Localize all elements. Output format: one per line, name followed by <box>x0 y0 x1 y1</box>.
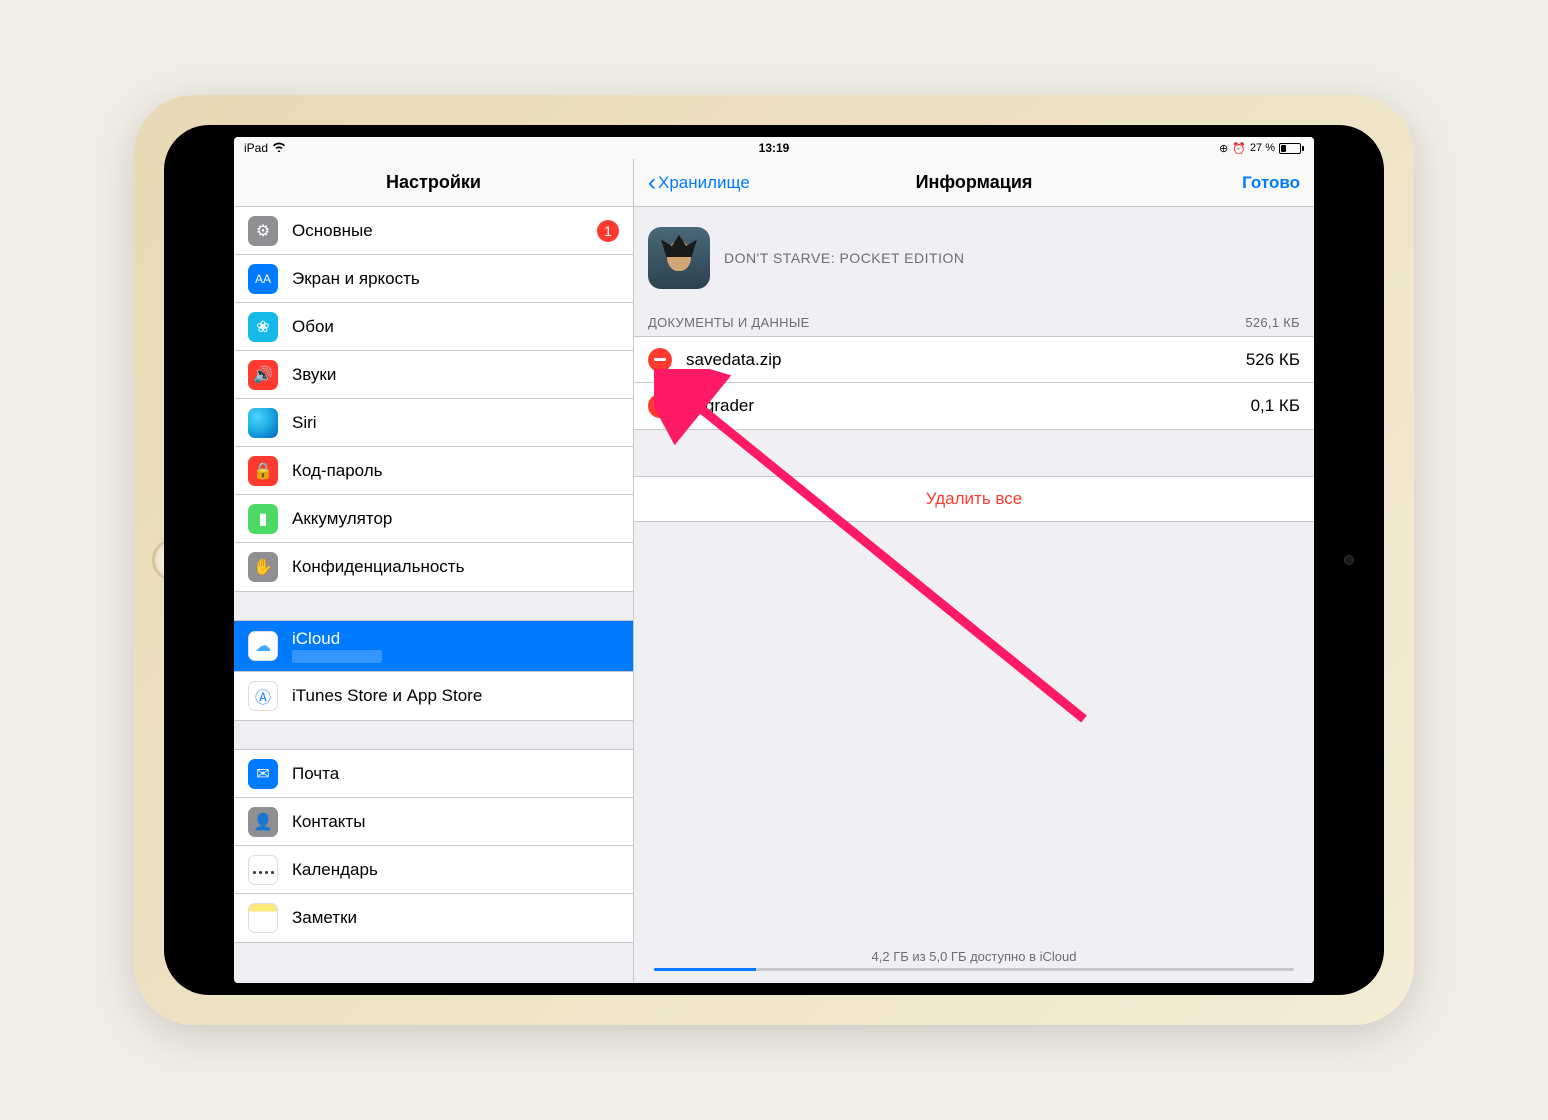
back-button[interactable]: ‹ Хранилище <box>648 169 750 197</box>
sidebar-item-label: Аккумулятор <box>292 509 619 529</box>
document-name: savedata.zip <box>686 350 1246 370</box>
settings-icon: Ⓐ <box>248 681 278 711</box>
document-row[interactable]: savedata.zip526 КБ <box>634 337 1314 383</box>
document-size: 526 КБ <box>1246 350 1300 370</box>
status-bar: iPad 13:19 ⊕ ⏰ 27 % <box>234 137 1314 159</box>
sidebar-item[interactable]: Siri <box>234 399 633 447</box>
document-row[interactable]: upgrader0,1 КБ <box>634 383 1314 429</box>
sidebar-item-label: Заметки <box>292 908 619 928</box>
sidebar-item[interactable]: ❀ Обои <box>234 303 633 351</box>
app-icon <box>648 227 710 289</box>
battery-percent: 27 % <box>1250 142 1275 154</box>
wifi-icon <box>272 141 286 155</box>
settings-icon: ⚙ <box>248 216 278 246</box>
section-size: 526,1 КБ <box>1245 315 1300 330</box>
settings-icon: 👤 <box>248 807 278 837</box>
sidebar-item-label: Звуки <box>292 365 619 385</box>
sidebar-item-label: iCloud <box>292 629 619 649</box>
sidebar-item[interactable]: ▮ Аккумулятор <box>234 495 633 543</box>
settings-icon: 🔊 <box>248 360 278 390</box>
app-header: DON'T STARVE: POCKET EDITION <box>634 207 1314 309</box>
battery-icon <box>1279 143 1304 154</box>
sidebar-item[interactable]: 🔒 Код-пароль <box>234 447 633 495</box>
chevron-left-icon: ‹ <box>648 169 656 197</box>
sidebar-item-label: Календарь <box>292 860 619 880</box>
settings-icon <box>248 408 278 438</box>
settings-icon <box>248 903 278 933</box>
screen: iPad 13:19 ⊕ ⏰ 27 % <box>234 137 1314 983</box>
documents-list: savedata.zip526 КБupgrader0,1 КБ <box>634 336 1314 430</box>
sidebar-item-label: Обои <box>292 317 619 337</box>
device-label: iPad <box>244 141 268 155</box>
storage-footer: 4,2 ГБ из 5,0 ГБ доступно в iCloud <box>654 949 1294 971</box>
sidebar-item-label: Контакты <box>292 812 619 832</box>
clock: 13:19 <box>759 141 790 155</box>
settings-icon: ❀ <box>248 312 278 342</box>
camera <box>1344 555 1354 565</box>
sidebar-item[interactable]: 👤 Контакты <box>234 798 633 846</box>
sidebar-item-label: Основные <box>292 221 597 241</box>
rotation-lock-icon: ⊕ <box>1219 142 1228 155</box>
document-name: upgrader <box>686 396 1251 416</box>
main-panel: ‹ Хранилище Информация Готово DON'T STAR… <box>634 159 1314 983</box>
sidebar-item[interactable]: 🔊 Звуки <box>234 351 633 399</box>
sidebar-title: Настройки <box>386 172 481 193</box>
delete-icon[interactable] <box>648 394 672 418</box>
sidebar-item[interactable]: ⚙ Основные1 <box>234 207 633 255</box>
back-label: Хранилище <box>658 173 750 193</box>
alarm-icon: ⏰ <box>1232 142 1246 155</box>
sidebar-item-label: Код-пароль <box>292 461 619 481</box>
sidebar: Настройки ⚙ Основные1 AA Экран и яркость ❀ Об… <box>234 159 634 983</box>
section-header: ДОКУМЕНТЫ И ДАННЫЕ 526,1 КБ <box>634 309 1314 336</box>
main-header: ‹ Хранилище Информация Готово <box>634 159 1314 207</box>
main-content: DON'T STARVE: POCKET EDITION ДОКУМЕНТЫ И… <box>634 207 1314 983</box>
ipad-frame: iPad 13:19 ⊕ ⏰ 27 % <box>134 95 1414 1025</box>
settings-icon: ✉ <box>248 759 278 789</box>
sidebar-item[interactable]: ☁ iCloud <box>234 621 633 672</box>
notification-badge: 1 <box>597 220 619 242</box>
settings-icon: AA <box>248 264 278 294</box>
sidebar-item[interactable]: ✉ Почта <box>234 750 633 798</box>
settings-icon: 🔒 <box>248 456 278 486</box>
settings-icon: ▮ <box>248 504 278 534</box>
sidebar-item-sub <box>292 650 382 663</box>
section-title: ДОКУМЕНТЫ И ДАННЫЕ <box>648 315 810 330</box>
sidebar-header: Настройки <box>234 159 633 207</box>
settings-icon <box>248 855 278 885</box>
storage-text: 4,2 ГБ из 5,0 ГБ доступно в iCloud <box>654 949 1294 964</box>
done-button[interactable]: Готово <box>1242 173 1300 193</box>
sidebar-item[interactable]: AA Экран и яркость <box>234 255 633 303</box>
settings-icon: ☁ <box>248 631 278 661</box>
sidebar-list[interactable]: ⚙ Основные1 AA Экран и яркость ❀ Обои 🔊 Звуки Si… <box>234 207 633 983</box>
sidebar-item[interactable]: ⒶiTunes Store и App Store <box>234 672 633 720</box>
sidebar-item-label: Конфиденциальность <box>292 557 619 577</box>
sidebar-item[interactable]: Календарь <box>234 846 633 894</box>
delete-all-button[interactable]: Удалить все <box>634 476 1314 522</box>
sidebar-item-label: Siri <box>292 413 619 433</box>
sidebar-item-label: Экран и яркость <box>292 269 619 289</box>
sidebar-item[interactable]: ✋ Конфиденциальность <box>234 543 633 591</box>
storage-bar <box>654 968 1294 971</box>
page-title: Информация <box>916 172 1033 193</box>
document-size: 0,1 КБ <box>1251 396 1300 416</box>
app-name: DON'T STARVE: POCKET EDITION <box>724 250 964 266</box>
delete-icon[interactable] <box>648 348 672 372</box>
settings-icon: ✋ <box>248 552 278 582</box>
sidebar-item-label: Почта <box>292 764 619 784</box>
sidebar-item[interactable]: Заметки <box>234 894 633 942</box>
sidebar-item-label: iTunes Store и App Store <box>292 686 619 706</box>
ipad-bezel: iPad 13:19 ⊕ ⏰ 27 % <box>164 125 1384 995</box>
